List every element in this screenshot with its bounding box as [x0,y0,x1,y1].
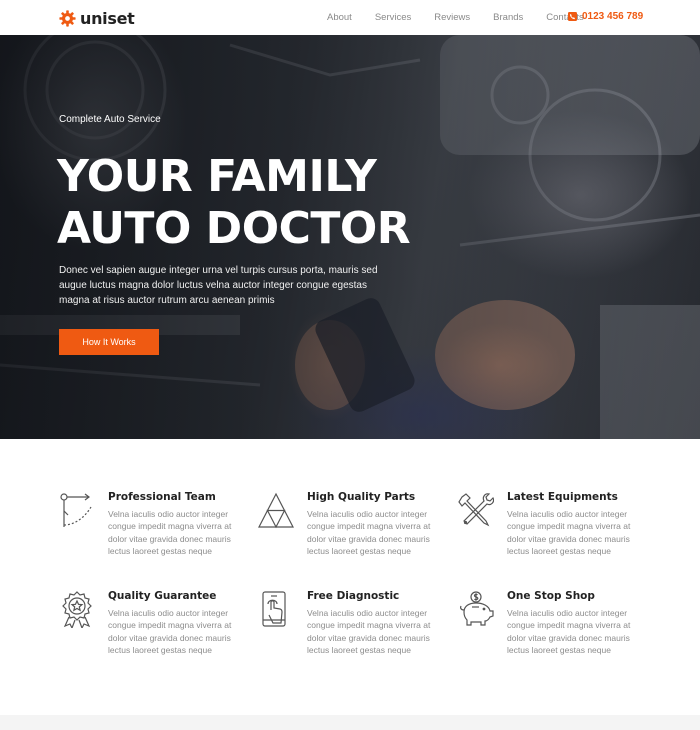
award-badge-icon [62,591,92,628]
compass-icon [60,493,92,527]
triangle-icon [258,492,294,529]
piggy-bank-icon [460,591,494,626]
nav-about[interactable]: About [327,12,352,23]
feature-title: High Quality Parts [307,491,416,503]
feature-text: Velna iaculis odio auctor integer congue… [507,509,631,556]
how-it-works-button[interactable]: How It Works [59,329,159,355]
nav-services[interactable]: Services [375,12,411,23]
feature-text: Velna iaculis odio auctor integer congue… [307,509,431,556]
hero-headline: YOUR FAMILY AUTO DOCTOR [57,151,411,255]
feature-text: Velna iaculis odio auctor integer congue… [108,509,232,556]
phone-icon [568,12,577,21]
feature-title: Latest Equipments [507,491,618,503]
headline-line-1: YOUR FAMILY [57,151,377,202]
feature-title: Quality Guarantee [108,590,217,602]
hero-eyebrow: Complete Auto Service [59,114,161,125]
feature-title: Professional Team [108,491,216,503]
nav-brands[interactable]: Brands [493,12,523,23]
tablet-touch-icon [262,591,286,627]
top-navbar: uniset About Services Reviews Brands Con… [0,0,700,35]
feature-text: Velna iaculis odio auctor integer congue… [108,608,232,655]
feature-text: Velna iaculis odio auctor integer congue… [307,608,431,655]
headline-line-2: AUTO DOCTOR [57,203,411,254]
feature-title: Free Diagnostic [307,590,400,602]
phone-link[interactable]: 0123 456 789 [568,11,643,22]
feature-title: One Stop Shop [507,590,595,602]
nav-reviews[interactable]: Reviews [434,12,470,23]
hero-lead-text: Donec vel sapien augue integer urna vel … [59,265,378,306]
main-menu: About Services Reviews Brands Contacts [327,12,607,23]
gear-logo-icon [59,10,76,27]
tools-icon [458,493,494,527]
feature-text: Velna iaculis odio auctor integer congue… [507,608,631,655]
next-section-strip [0,715,700,730]
phone-number: 0123 456 789 [582,11,644,22]
brand-logo[interactable]: uniset [59,9,135,28]
brand-name: uniset [80,9,135,28]
hero-section: Complete Auto Service YOUR FAMILY AUTO D… [0,35,700,439]
